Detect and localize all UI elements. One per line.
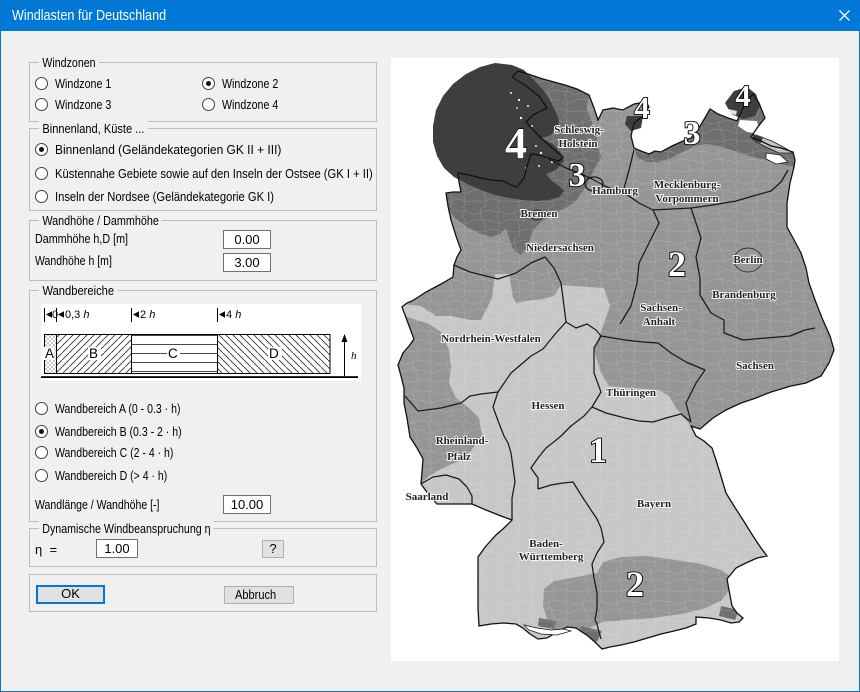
svg-text:3: 3: [684, 115, 701, 152]
svg-text:2 h: 2 h: [140, 309, 155, 321]
svg-text:1: 1: [589, 430, 607, 470]
svg-text:Sachsen: Sachsen: [736, 360, 774, 372]
svg-text:Württemberg: Württemberg: [519, 551, 584, 563]
svg-text:2: 2: [668, 244, 686, 284]
svg-text:D: D: [269, 346, 279, 361]
svg-text:C: C: [168, 346, 178, 361]
svg-text:4: 4: [634, 90, 650, 125]
svg-text:Thüringen: Thüringen: [606, 387, 656, 399]
svg-text:Rheinland-: Rheinland-: [436, 435, 489, 447]
svg-text:h: h: [351, 350, 357, 362]
svg-text:Vorpommern: Vorpommern: [655, 193, 718, 205]
svg-text:Bayern: Bayern: [637, 498, 671, 510]
svg-text:4: 4: [505, 119, 527, 168]
svg-text:Sachsen-: Sachsen-: [640, 302, 682, 314]
svg-text:2: 2: [626, 564, 644, 604]
svg-text:Nordrhein-Westfalen: Nordrhein-Westfalen: [441, 333, 541, 345]
svg-text:4 h: 4 h: [226, 309, 241, 321]
svg-text:Anhalt: Anhalt: [643, 316, 676, 328]
svg-text:Holstein: Holstein: [558, 138, 597, 150]
svg-text:Hessen: Hessen: [532, 400, 565, 412]
svg-text:Pfalz: Pfalz: [447, 451, 471, 463]
svg-text:0,3 h: 0,3 h: [65, 309, 89, 321]
svg-text:Bremen: Bremen: [520, 208, 557, 220]
svg-text:Berlin: Berlin: [733, 254, 762, 266]
svg-text:B: B: [89, 346, 98, 361]
svg-text:Brandenburg: Brandenburg: [712, 289, 776, 301]
svg-text:Hamburg: Hamburg: [592, 185, 638, 197]
svg-text:3: 3: [569, 157, 586, 194]
svg-text:0: 0: [52, 309, 58, 321]
svg-text:A: A: [45, 346, 54, 361]
svg-text:Schleswig-: Schleswig-: [554, 124, 604, 136]
svg-text:Mecklenburg-: Mecklenburg-: [654, 179, 721, 191]
svg-text:4: 4: [735, 78, 751, 113]
svg-text:Saarland: Saarland: [406, 491, 449, 503]
svg-text:Niedersachsen: Niedersachsen: [526, 242, 594, 254]
svg-text:Baden-: Baden-: [529, 538, 563, 550]
